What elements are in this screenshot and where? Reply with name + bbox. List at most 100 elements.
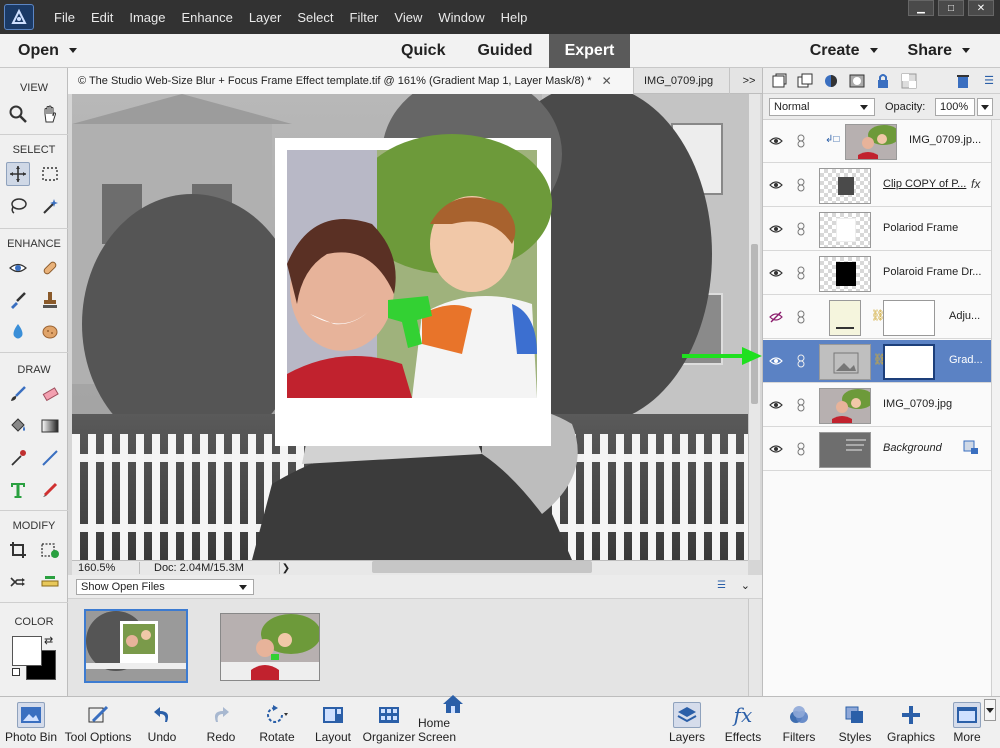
new-group-icon[interactable] — [797, 73, 813, 89]
recompose-tool-icon[interactable] — [38, 538, 62, 562]
crop-tool-icon[interactable] — [6, 538, 30, 562]
eraser-tool-icon[interactable] — [38, 382, 62, 406]
eye-icon[interactable] — [769, 442, 783, 456]
link-icon[interactable] — [796, 178, 806, 192]
photo-bin-scrollbar[interactable] — [748, 599, 760, 696]
layer-row[interactable]: Clip COPY of P... fx — [763, 164, 991, 207]
opacity-input[interactable]: 100% — [935, 98, 975, 116]
styles-button[interactable]: Styles — [824, 699, 886, 747]
eye-icon[interactable] — [769, 178, 783, 192]
menu-select[interactable]: Select — [289, 10, 341, 25]
layer-mask-icon[interactable] — [849, 73, 865, 89]
lasso-tool-icon[interactable] — [6, 194, 30, 218]
tab-img-0709[interactable]: IMG_0709.jpg — [634, 68, 730, 94]
menu-file[interactable]: File — [46, 10, 83, 25]
line-tool-icon[interactable] — [38, 446, 62, 470]
zoom-tool-icon[interactable] — [6, 102, 30, 126]
magic-wand-tool-icon[interactable] — [38, 194, 62, 218]
show-open-files-select[interactable]: Show Open Files — [76, 579, 254, 595]
link-icon[interactable] — [796, 354, 806, 368]
layer-row[interactable]: ↲□ IMG_0709.jp... — [763, 120, 991, 163]
menu-filter[interactable]: Filter — [342, 10, 387, 25]
tab-quick[interactable]: Quick — [385, 34, 461, 68]
link-icon[interactable] — [796, 442, 806, 456]
eye-hidden-icon[interactable] — [769, 310, 783, 324]
effects-button[interactable]: fx Effects — [712, 699, 774, 747]
maximize-icon[interactable]: □ — [938, 0, 964, 16]
eye-icon[interactable] — [769, 354, 783, 368]
layers-scrollbar[interactable] — [991, 120, 1000, 696]
adjustment-layer-icon[interactable] — [823, 73, 839, 89]
tab-expert[interactable]: Expert — [548, 34, 631, 68]
sponge-tool-icon[interactable] — [38, 320, 62, 344]
blur-tool-icon[interactable] — [6, 320, 30, 344]
layer-row[interactable]: Background — [763, 428, 991, 471]
canvas-horizontal-scrollbar[interactable] — [372, 561, 592, 573]
undo-button[interactable]: Undo — [131, 699, 193, 747]
more-dropdown-icon[interactable] — [984, 699, 996, 721]
eyedropper-tool-icon[interactable] — [6, 446, 30, 470]
straighten-tool-icon[interactable] — [38, 570, 62, 594]
tabs-overflow-button[interactable]: >> — [736, 68, 762, 93]
locked-background-icon[interactable] — [963, 440, 979, 456]
layer-row[interactable]: ⛓ Adju... — [763, 296, 991, 339]
home-screen-button[interactable]: Home Screen — [418, 695, 488, 747]
clone-stamp-tool-icon[interactable] — [38, 288, 62, 312]
menu-image[interactable]: Image — [121, 10, 173, 25]
create-button[interactable]: Create — [810, 42, 878, 60]
bin-thumbnail-template[interactable] — [84, 609, 188, 683]
organizer-button[interactable]: Organizer — [358, 699, 420, 747]
link-icon[interactable] — [796, 310, 806, 324]
redo-button[interactable]: Redo — [190, 699, 252, 747]
eye-icon[interactable] — [769, 222, 783, 236]
lock-transparent-icon[interactable] — [901, 73, 917, 89]
menu-window[interactable]: Window — [430, 10, 492, 25]
marquee-tool-icon[interactable] — [38, 162, 62, 186]
type-tool-icon[interactable] — [6, 478, 30, 502]
close-icon[interactable]: ✕ — [602, 74, 612, 88]
menu-view[interactable]: View — [386, 10, 430, 25]
layout-button[interactable]: Layout — [302, 699, 364, 747]
default-colors-icon[interactable] — [12, 668, 20, 676]
new-layer-icon[interactable] — [771, 73, 787, 89]
layers-button[interactable]: Layers — [656, 699, 718, 747]
link-icon[interactable] — [796, 266, 806, 280]
opacity-dropdown[interactable] — [977, 98, 993, 116]
foreground-color-swatch[interactable] — [12, 636, 42, 666]
blend-mode-select[interactable]: Normal — [769, 98, 875, 116]
menu-edit[interactable]: Edit — [83, 10, 121, 25]
open-button[interactable]: Open — [18, 42, 77, 60]
graphics-button[interactable]: Graphics — [880, 699, 942, 747]
healing-brush-tool-icon[interactable] — [38, 256, 62, 280]
red-eye-tool-icon[interactable] — [6, 256, 30, 280]
gradient-tool-icon[interactable] — [38, 414, 62, 438]
tool-options-button[interactable]: Tool Options — [64, 699, 132, 747]
menu-layer[interactable]: Layer — [241, 10, 290, 25]
hand-tool-icon[interactable] — [38, 102, 62, 126]
trash-icon[interactable] — [955, 73, 971, 89]
layer-row-selected[interactable]: ⛓ Grad... — [763, 340, 991, 383]
paint-bucket-tool-icon[interactable] — [6, 414, 30, 438]
layer-row[interactable]: IMG_0709.jpg — [763, 384, 991, 427]
chevron-down-icon[interactable]: ⌄ — [741, 579, 750, 592]
lock-all-icon[interactable] — [875, 73, 891, 89]
rotate-button[interactable]: Rotate — [246, 699, 308, 747]
canvas-vertical-scrollbar[interactable] — [748, 94, 760, 560]
panel-menu-icon[interactable]: ☰ — [981, 73, 997, 89]
filters-button[interactable]: Filters — [768, 699, 830, 747]
swap-colors-icon[interactable]: ⇄ — [44, 634, 53, 647]
photo-bin-button[interactable]: Photo Bin — [0, 699, 62, 747]
close-icon[interactable]: ✕ — [968, 0, 994, 16]
smart-brush-tool-icon[interactable] — [6, 288, 30, 312]
layer-row[interactable]: Polaroid Frame Dr... — [763, 252, 991, 295]
link-icon[interactable] — [796, 398, 806, 412]
move-tool-icon[interactable] — [6, 162, 30, 186]
link-icon[interactable] — [796, 134, 806, 148]
menu-help[interactable]: Help — [493, 10, 536, 25]
share-button[interactable]: Share — [908, 42, 970, 60]
link-icon[interactable] — [796, 222, 806, 236]
status-menu-icon[interactable]: ❯ — [280, 563, 292, 574]
pencil-tool-icon[interactable] — [38, 478, 62, 502]
brush-tool-icon[interactable] — [6, 382, 30, 406]
scroll-thumb[interactable] — [751, 244, 758, 404]
